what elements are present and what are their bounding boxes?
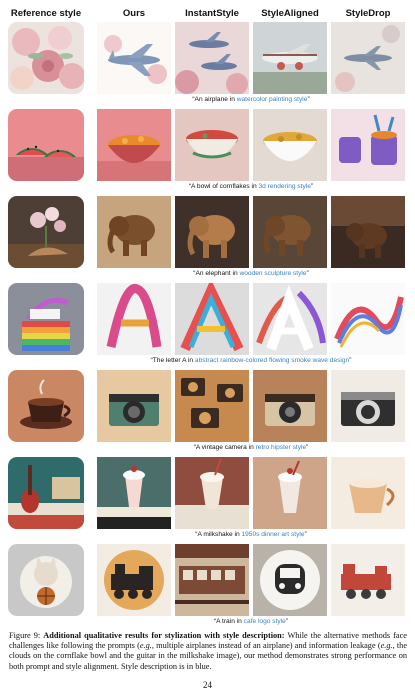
styledrop-image-milkshake bbox=[331, 457, 405, 529]
row-elephant: “An elephant in wooden sculpture style” bbox=[0, 196, 415, 284]
instantstyle-image-airplane bbox=[175, 22, 249, 94]
instantstyle-image-cornflakes bbox=[175, 109, 249, 181]
style-description: wooden sculpture style bbox=[239, 270, 307, 277]
row-milkshake: “A milkshake in 1950s dinner art style” bbox=[0, 457, 415, 545]
figure-title: Additional qualitative results for styli… bbox=[43, 631, 285, 640]
stylealigned-image-letter-a bbox=[253, 283, 327, 355]
instantstyle-image-elephant bbox=[175, 196, 249, 268]
stylealigned-image-airplane bbox=[253, 22, 327, 94]
stylealigned-image-elephant bbox=[253, 196, 327, 268]
caption-camera: “A vintage camera in retro hipster style… bbox=[193, 444, 309, 451]
header-stylealigned: StyleAligned bbox=[261, 8, 319, 19]
ours-image-camera bbox=[97, 370, 171, 442]
reference-image-coffee-cup bbox=[8, 370, 84, 442]
header-instantstyle: InstantStyle bbox=[185, 8, 239, 19]
header-ours: Ours bbox=[122, 8, 146, 19]
styledrop-image-train bbox=[331, 544, 405, 616]
caption-letter-a: “The letter A in abstract rainbow-colore… bbox=[150, 357, 352, 364]
style-description: 3d rendering style bbox=[258, 183, 311, 190]
caption-elephant: “An elephant in wooden sculpture style” bbox=[193, 270, 309, 277]
style-description: 1950s dinner art style bbox=[241, 531, 305, 538]
caption-cornflakes: “A bowl of cornflakes in 3d rendering st… bbox=[188, 183, 314, 190]
caption-airplane: “An airplane in watercolor painting styl… bbox=[192, 96, 310, 103]
ours-image-cornflakes bbox=[97, 109, 171, 181]
row-train: “A train in cafe logo style” bbox=[0, 544, 415, 632]
ours-image-milkshake bbox=[97, 457, 171, 529]
row-airplane: “An airplane in watercolor painting styl… bbox=[0, 22, 415, 110]
instantstyle-image-letter-a bbox=[175, 283, 249, 355]
stylealigned-image-train bbox=[253, 544, 327, 616]
reference-image-diner-guitar bbox=[8, 457, 84, 529]
style-description: watercolor painting style bbox=[236, 96, 308, 103]
instantstyle-image-milkshake bbox=[175, 457, 249, 529]
ours-image-train bbox=[97, 544, 171, 616]
ours-image-airplane bbox=[97, 22, 171, 94]
styledrop-image-camera bbox=[331, 370, 405, 442]
reference-image-wooden-flowers bbox=[8, 196, 84, 268]
caption-milkshake: “A milkshake in 1950s dinner art style” bbox=[195, 531, 307, 538]
header-styledrop: StyleDrop bbox=[345, 8, 391, 19]
style-description: abstract rainbow-colored flowing smoke w… bbox=[194, 357, 350, 364]
row-cornflakes: “A bowl of cornflakes in 3d rendering st… bbox=[0, 109, 415, 197]
styledrop-image-elephant bbox=[331, 196, 405, 268]
row-camera: “A vintage camera in retro hipster style… bbox=[0, 370, 415, 458]
caption-train: “A train in cafe logo style” bbox=[213, 618, 289, 625]
instantstyle-image-camera bbox=[175, 370, 249, 442]
style-description: retro hipster style bbox=[255, 444, 307, 451]
reference-image-rainbow-cake bbox=[8, 283, 84, 355]
figure-caption: Figure 9: Additional qualitative results… bbox=[9, 631, 407, 671]
reference-image-watercolor-flowers bbox=[8, 22, 84, 94]
reference-image-watermelon bbox=[8, 109, 84, 181]
stylealigned-image-milkshake bbox=[253, 457, 327, 529]
styledrop-image-airplane bbox=[331, 22, 405, 94]
reference-image-cat-logo bbox=[8, 544, 84, 616]
page-number: 24 bbox=[203, 680, 212, 690]
figure-label: Figure 9: bbox=[9, 631, 41, 640]
header-reference-style: Reference style bbox=[10, 8, 82, 19]
ours-image-elephant bbox=[97, 196, 171, 268]
stylealigned-image-camera bbox=[253, 370, 327, 442]
styledrop-image-cornflakes bbox=[331, 109, 405, 181]
ours-image-letter-a bbox=[97, 283, 171, 355]
row-letter-a: “The letter A in abstract rainbow-colore… bbox=[0, 283, 415, 371]
styledrop-image-letter-a bbox=[331, 283, 405, 355]
stylealigned-image-cornflakes bbox=[253, 109, 327, 181]
instantstyle-image-train bbox=[175, 544, 249, 616]
style-description: cafe logo style bbox=[243, 618, 286, 625]
